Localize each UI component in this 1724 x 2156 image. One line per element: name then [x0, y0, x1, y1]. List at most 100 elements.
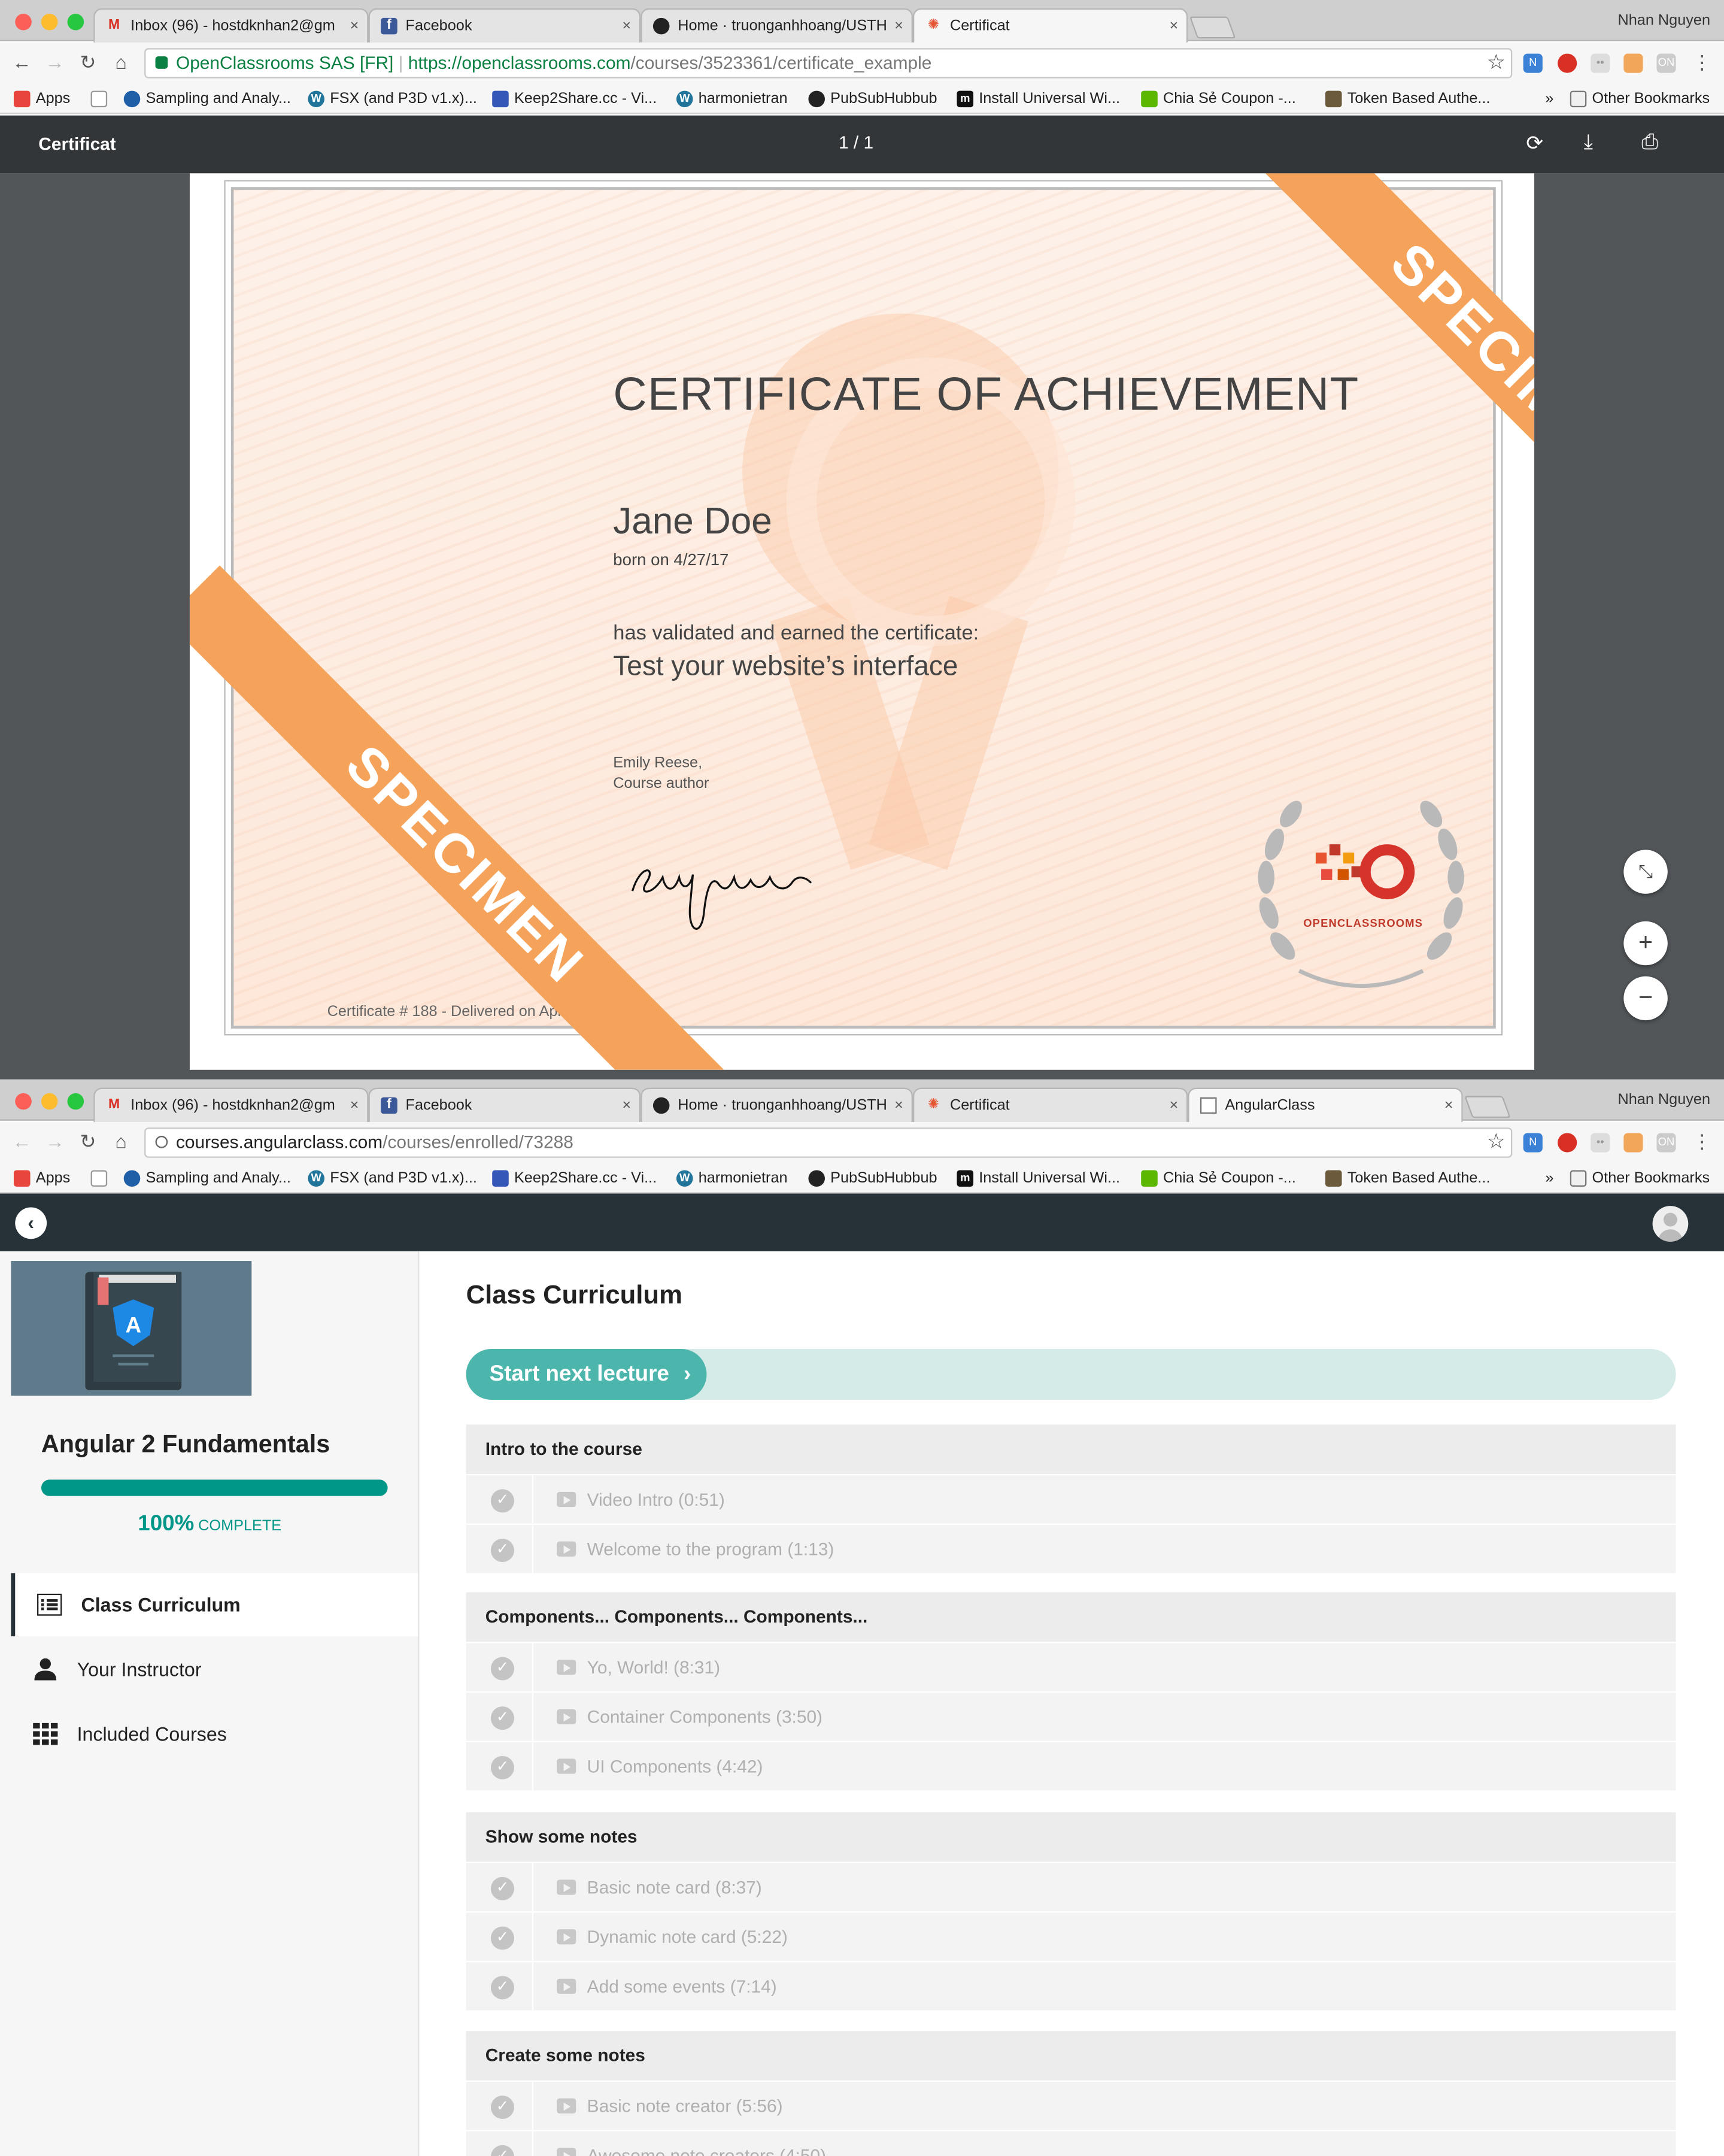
new-tab-button[interactable]	[1464, 1096, 1511, 1118]
back-arrow-icon[interactable]: ←	[11, 51, 33, 73]
extension-new-icon[interactable]: N	[1523, 53, 1543, 73]
menu-kebab-icon[interactable]: ⋮	[1691, 1130, 1713, 1154]
lecture-row[interactable]: ✓ Basic note creator (5:56)	[466, 2080, 1676, 2131]
close-window-button[interactable]	[15, 1093, 32, 1110]
home-icon[interactable]: ⌂	[110, 51, 132, 73]
lecture-row[interactable]: ✓ Video Intro (0:51)	[466, 1474, 1676, 1525]
close-tab-icon[interactable]: ×	[1169, 10, 1178, 43]
lecture-row[interactable]: ✓ Container Components (3:50)	[466, 1691, 1676, 1742]
tab-facebook[interactable]: f Facebook ×	[368, 8, 641, 43]
profile-name[interactable]: Nhan Nguyen	[1618, 13, 1711, 29]
profile-name[interactable]: Nhan Nguyen	[1618, 1092, 1711, 1109]
menu-kebab-icon[interactable]: ⋮	[1691, 51, 1713, 74]
address-bar[interactable]: courses.angularclass.com/courses/enrolle…	[144, 1127, 1513, 1158]
minimize-window-button[interactable]	[41, 1093, 58, 1110]
user-avatar[interactable]	[1652, 1206, 1689, 1242]
close-tab-icon[interactable]: ×	[350, 1089, 359, 1122]
bookmarks-overflow-button[interactable]: »	[1545, 1163, 1553, 1194]
zoom-window-button[interactable]	[67, 1093, 84, 1110]
bookmark-chia-se-coupon[interactable]: Chia Sẻ Coupon -...	[1141, 1163, 1296, 1194]
sidebar-item-your-instructor[interactable]: Your Instructor	[11, 1638, 418, 1701]
bookmark-pubsubhubbub[interactable]: PubSubHubbub	[808, 1163, 937, 1194]
download-icon[interactable]: ⤓	[1584, 131, 1593, 154]
bookmark-chia-se-coupon[interactable]: Chia Sẻ Coupon -...	[1141, 84, 1296, 114]
zoom-out-icon[interactable]: −	[1623, 976, 1668, 1021]
extension-on-icon[interactable]: ON	[1656, 53, 1676, 73]
bookmark-token-based[interactable]: Token Based Authe...	[1325, 84, 1490, 114]
bookmark-pubsubhubbub[interactable]: PubSubHubbub	[808, 84, 937, 114]
sidebar-item-class-curriculum[interactable]: Class Curriculum	[11, 1573, 418, 1637]
sidebar-item-included-courses[interactable]: Included Courses	[11, 1702, 418, 1766]
bookmark-sampling[interactable]: Sampling and Analy...	[123, 84, 291, 114]
extension-hammer-icon[interactable]	[1623, 1133, 1643, 1153]
bookmark-install-universal[interactable]: m Install Universal Wi...	[957, 1163, 1120, 1194]
close-tab-icon[interactable]: ×	[1444, 1089, 1453, 1122]
minimize-window-button[interactable]	[41, 13, 58, 31]
home-icon[interactable]: ⌂	[110, 1130, 132, 1153]
extension-record-icon[interactable]	[1558, 1133, 1577, 1153]
print-icon[interactable]: ⎙	[1641, 131, 1658, 154]
tab-github[interactable]: Home · truonganhhoang/USTH ×	[641, 1087, 913, 1123]
gmail-icon: M	[108, 1097, 120, 1112]
start-next-lecture-button[interactable]: Start next lecture ›	[466, 1349, 707, 1400]
extension-new-icon[interactable]: N	[1523, 1133, 1543, 1153]
lecture-row[interactable]: ✓ Add some events (7:14)	[466, 1961, 1676, 2012]
lecture-row[interactable]: ✓ Awesome note creators (4:50)	[466, 2130, 1676, 2156]
pdf-viewport[interactable]: CERTIFICATE OF ACHIEVEMENT Jane Doe born…	[0, 173, 1724, 1079]
zoom-window-button[interactable]	[67, 13, 84, 31]
lecture-row[interactable]: ✓ Welcome to the program (1:13)	[466, 1523, 1676, 1575]
reload-icon[interactable]: ↻	[77, 1130, 99, 1154]
extension-dots-icon[interactable]: ••	[1591, 1133, 1610, 1153]
close-tab-icon[interactable]: ×	[894, 1089, 903, 1122]
bookmark-fsx[interactable]: W FSX (and P3D v1.x)...	[308, 1163, 477, 1194]
other-bookmarks-folder[interactable]: Other Bookmarks	[1570, 84, 1710, 114]
lecture-row[interactable]: ✓ UI Components (4:42)	[466, 1740, 1676, 1792]
tab-certificat[interactable]: ✺ Certificat ×	[912, 8, 1188, 43]
extension-dots-icon[interactable]: ••	[1591, 53, 1610, 73]
bookmark-apps[interactable]: Apps	[13, 1163, 70, 1194]
reload-icon[interactable]: ↻	[77, 51, 99, 74]
lecture-row[interactable]: ✓ Basic note card (8:37)	[466, 1861, 1676, 1913]
close-tab-icon[interactable]: ×	[350, 10, 359, 43]
tab-facebook[interactable]: f Facebook ×	[368, 1087, 641, 1123]
bookmarks-overflow-button[interactable]: »	[1545, 84, 1553, 114]
forward-arrow-icon[interactable]: →	[44, 1130, 66, 1153]
address-bar[interactable]: OpenClassrooms SAS [FR] | https://opencl…	[144, 48, 1513, 78]
close-tab-icon[interactable]: ×	[622, 10, 631, 43]
checkmark-icon: ✓	[490, 2145, 514, 2156]
tab-gmail[interactable]: M Inbox (96) - hostdknhan2@gm ×	[93, 8, 369, 43]
tab-gmail[interactable]: M Inbox (96) - hostdknhan2@gm ×	[93, 1087, 369, 1123]
lecture-row[interactable]: ✓ Yo, World! (8:31)	[466, 1642, 1676, 1693]
bookmark-sampling[interactable]: Sampling and Analy...	[123, 1163, 291, 1194]
extension-on-icon[interactable]: ON	[1656, 1133, 1676, 1153]
tab-certificat[interactable]: ✺ Certificat ×	[912, 1087, 1188, 1123]
tab-github[interactable]: Home · truonganhhoang/USTH ×	[641, 8, 913, 43]
bookmark-apps[interactable]: Apps	[13, 84, 70, 114]
extension-hammer-icon[interactable]	[1623, 53, 1643, 73]
bookmark-harmonietran[interactable]: Wharmonietran	[676, 84, 788, 114]
bookmark-keep2share[interactable]: Keep2Share.cc - Vi...	[492, 1163, 657, 1194]
bookmark-keep2share[interactable]: Keep2Share.cc - Vi...	[492, 84, 657, 114]
extension-record-icon[interactable]	[1558, 53, 1577, 73]
close-tab-icon[interactable]: ×	[1169, 1089, 1178, 1122]
bookmark-harmonietran[interactable]: Wharmonietran	[676, 1163, 788, 1194]
new-tab-button[interactable]	[1189, 16, 1236, 39]
other-bookmarks-folder[interactable]: Other Bookmarks	[1570, 1163, 1710, 1194]
back-arrow-icon[interactable]: ←	[11, 1130, 33, 1153]
bookmark-install-universal[interactable]: m Install Universal Wi...	[957, 84, 1120, 114]
back-chevron-icon[interactable]: ‹	[15, 1207, 47, 1239]
zoom-in-icon[interactable]: +	[1623, 921, 1668, 966]
bookmark-star-icon[interactable]: ☆	[1487, 1129, 1506, 1157]
tab-angularclass[interactable]: AngularClass ×	[1188, 1087, 1463, 1123]
bookmark-star-icon[interactable]: ☆	[1487, 50, 1506, 77]
forward-arrow-icon[interactable]: →	[44, 51, 66, 73]
close-tab-icon[interactable]: ×	[622, 1089, 631, 1122]
fit-to-page-icon[interactable]: ⤡	[1623, 850, 1668, 894]
bookmark-token-based[interactable]: Token Based Authe...	[1325, 1163, 1490, 1194]
rotate-icon[interactable]: ⟳	[1526, 131, 1543, 155]
apps-grid-icon	[13, 90, 31, 108]
lecture-row[interactable]: ✓ Dynamic note card (5:22)	[466, 1911, 1676, 1963]
close-tab-icon[interactable]: ×	[894, 10, 903, 43]
close-window-button[interactable]	[15, 13, 32, 31]
bookmark-fsx[interactable]: W FSX (and P3D v1.x)...	[308, 84, 477, 114]
